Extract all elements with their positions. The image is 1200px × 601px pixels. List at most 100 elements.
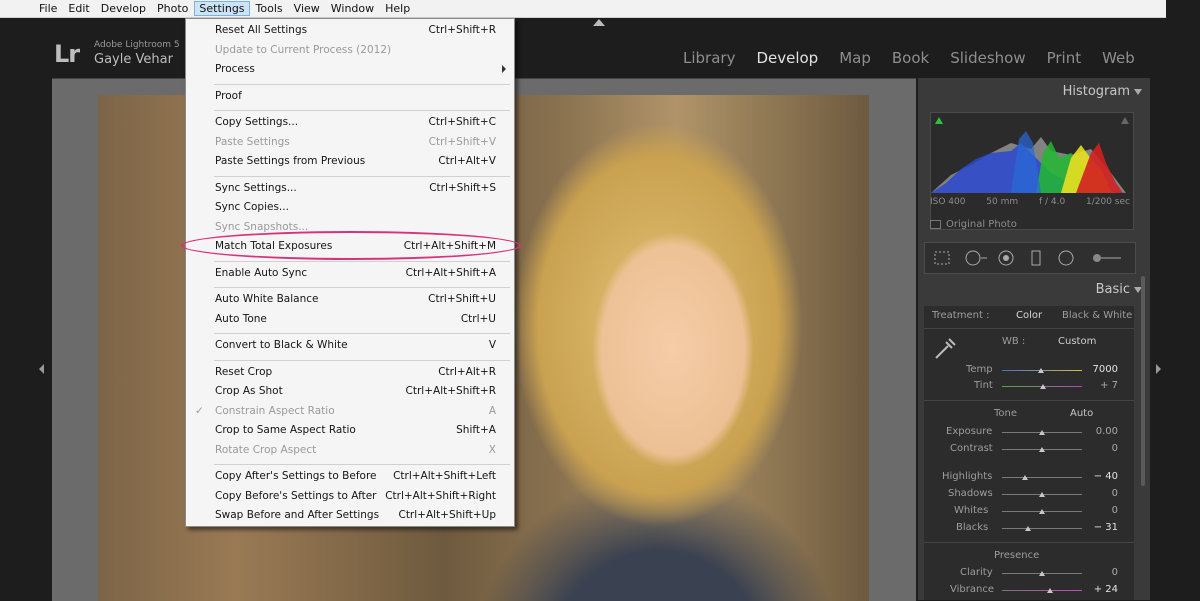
wb-label: WB : [1002,336,1026,347]
contrast-value[interactable]: 0 [1084,443,1118,454]
shadows-slider-knob[interactable] [1039,492,1045,497]
check-icon: ✓ [195,404,204,417]
menu-item-paste-settings[interactable]: Paste Settings Ctrl+Shift+V [186,134,514,152]
exposure-slider-knob[interactable] [1039,430,1045,435]
left-panel-toggle-icon[interactable] [39,364,44,374]
shadow-clipping-icon[interactable] [935,117,943,124]
highlights-value[interactable]: − 40 [1084,471,1118,482]
menu-edit[interactable]: Edit [63,1,94,16]
tint-slider-knob[interactable] [1040,384,1046,389]
red-eye-icon[interactable] [997,250,1015,266]
menu-tools[interactable]: Tools [251,1,288,16]
menu-item-process[interactable]: Process [186,61,514,79]
blacks-slider[interactable] [1002,528,1082,529]
adjustment-brush-icon[interactable] [1089,250,1123,266]
menu-item-label: Copy After's Settings to Before [215,470,377,482]
whites-label: Whites [954,505,989,516]
right-panel-scrollbar[interactable] [1141,276,1145,486]
shadows-value[interactable]: 0 [1084,488,1118,499]
module-slideshow[interactable]: Slideshow [950,49,1025,67]
menu-develop[interactable]: Develop [96,1,151,16]
histogram-info: ISO 400 50 mm f / 4.0 1/200 sec [930,197,1130,207]
menu-separator [214,175,510,177]
menu-item-swap-before-and-after-settings[interactable]: Swap Before and After Settings Ctrl+Alt+S… [186,507,514,525]
contrast-slider-knob[interactable] [1039,447,1045,452]
tint-value[interactable]: + 7 [1084,380,1118,391]
divider [924,328,1134,329]
temp-value[interactable]: 7000 [1084,364,1118,375]
menu-item-shortcut: Ctrl+Alt+Shift+A [405,266,496,279]
module-web[interactable]: Web [1102,49,1135,67]
menu-item-auto-white-balance[interactable]: Auto White Balance Ctrl+Shift+U [186,291,514,309]
menu-item-reset-crop[interactable]: Reset Crop Ctrl+Alt+R [186,364,514,382]
menu-item-label: Process [215,63,255,75]
original-photo-label: Original Photo [946,219,1017,230]
menu-item-copy-after-s-settings-to-before[interactable]: Copy After's Settings to Before Ctrl+Alt+… [186,468,514,486]
module-develop[interactable]: Develop [756,49,818,67]
presence-label: Presence [994,550,1040,561]
menu-item-label: Crop As Shot [215,385,283,397]
menu-view[interactable]: View [289,1,325,16]
menu-settings[interactable]: Settings [194,1,250,16]
basic-title[interactable]: Basic [1096,282,1130,297]
whites-value[interactable]: 0 [1084,505,1118,516]
menu-item-auto-tone[interactable]: Auto Tone Ctrl+U [186,311,514,329]
radial-filter-icon[interactable] [1057,250,1075,266]
tone-label: Tone [994,408,1018,419]
vibrance-value[interactable]: + 24 [1084,584,1118,595]
menu-item-sync-settings[interactable]: Sync Settings... Ctrl+Shift+S [186,180,514,198]
clarity-value[interactable]: 0 [1084,567,1118,578]
clarity-slider-knob[interactable] [1039,571,1045,576]
wb-value[interactable]: Custom [1058,336,1096,347]
highlights-slider[interactable] [1002,477,1082,478]
menu-item-shortcut: Ctrl+Shift+S [429,181,496,194]
menu-item-paste-settings-from-previous[interactable]: Paste Settings from Previous Ctrl+Alt+V [186,153,514,171]
menu-item-copy-before-s-settings-to-after[interactable]: Copy Before's Settings to After Ctrl+Alt+… [186,488,514,506]
menu-window[interactable]: Window [326,1,379,16]
temp-slider-knob[interactable] [1038,368,1044,373]
module-map[interactable]: Map [839,49,871,67]
menu-item-copy-settings[interactable]: Copy Settings... Ctrl+Shift+C [186,114,514,132]
menu-bar: File Edit Develop Photo Settings Tools View Win… [0,0,1166,18]
menu-file[interactable]: File [34,1,62,16]
blacks-slider-knob[interactable] [1025,526,1031,531]
menu-item-shortcut: Ctrl+U [460,312,496,325]
highlight-clipping-icon[interactable] [1121,117,1129,124]
module-library[interactable]: Library [683,49,735,67]
right-panel-toggle-icon[interactable] [1156,364,1161,374]
vibrance-slider[interactable] [1002,590,1082,591]
menu-photo[interactable]: Photo [152,1,193,16]
menu-item-proof[interactable]: Proof [186,88,514,106]
menu-item-crop-as-shot[interactable]: Crop As Shot Ctrl+Alt+Shift+R [186,383,514,401]
menu-item-shortcut: Ctrl+Alt+R [438,365,496,378]
graduated-filter-icon[interactable] [1029,250,1043,266]
menu-item-constrain-aspect-ratio[interactable]: ✓ Constrain Aspect Ratio A [186,403,514,421]
histogram-title[interactable]: Histogram [1063,84,1130,99]
whites-slider-knob[interactable] [1039,509,1045,514]
spot-removal-icon[interactable] [965,250,989,266]
blacks-value[interactable]: − 31 [1084,522,1118,533]
menu-item-convert-to-black-white[interactable]: Convert to Black & White V [186,337,514,355]
original-photo-checkbox[interactable] [930,220,941,229]
white-balance-selector-icon[interactable] [932,336,958,362]
histogram [930,112,1134,230]
menu-item-crop-to-same-aspect-ratio[interactable]: Crop to Same Aspect Ratio Shift+A [186,422,514,440]
module-print[interactable]: Print [1047,49,1082,67]
original-photo-toggle[interactable]: Original Photo [930,219,1017,230]
vibrance-slider-knob[interactable] [1047,588,1053,593]
exposure-value[interactable]: 0.00 [1084,426,1118,437]
treatment-bw[interactable]: Black & White [1062,310,1132,321]
module-book[interactable]: Book [892,49,929,67]
menu-help[interactable]: Help [380,1,415,16]
crop-overlay-icon[interactable] [933,250,951,266]
menu-item-sync-copies[interactable]: Sync Copies... [186,199,514,217]
highlights-slider-knob[interactable] [1022,475,1028,480]
menu-item-update-to-current-process-2012[interactable]: Update to Current Process (2012) [186,42,514,60]
tone-auto-button[interactable]: Auto [1070,408,1093,419]
menu-item-enable-auto-sync[interactable]: Enable Auto Sync Ctrl+Alt+Shift+A [186,265,514,283]
panel-toggle-arrow-icon[interactable] [593,19,605,26]
menu-item-rotate-crop-aspect[interactable]: Rotate Crop Aspect X [186,442,514,460]
menu-item-reset-all-settings[interactable]: Reset All Settings Ctrl+Shift+R [186,22,514,40]
treatment-color[interactable]: Color [1016,310,1042,321]
histogram-collapse-icon[interactable] [1134,89,1142,95]
